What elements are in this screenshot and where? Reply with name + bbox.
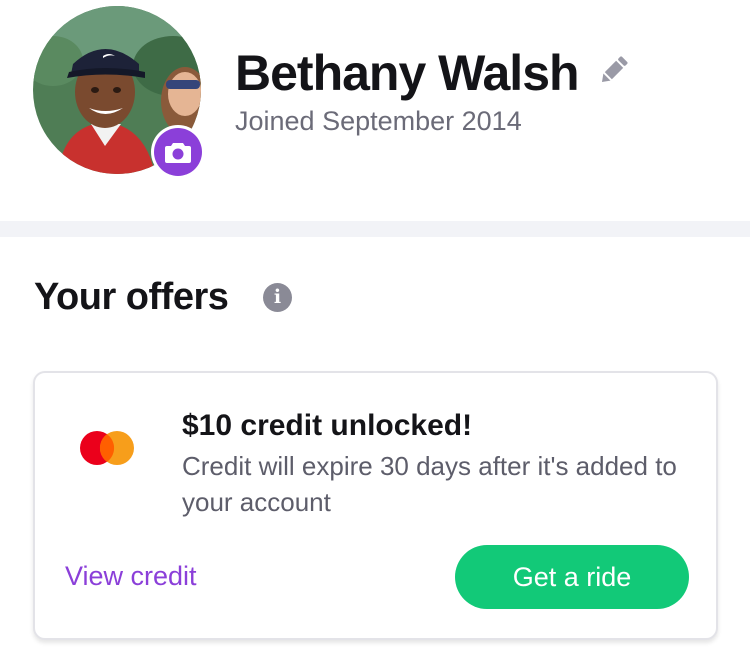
info-icon[interactable]: i bbox=[263, 283, 292, 312]
avatar-container[interactable] bbox=[33, 6, 205, 179]
profile-name: Bethany Walsh bbox=[235, 45, 580, 101]
profile-header: Bethany Walsh Joined September 2014 bbox=[0, 0, 750, 220]
section-divider bbox=[0, 221, 750, 237]
offer-description: Credit will expire 30 days after it's ad… bbox=[182, 451, 677, 517]
camera-icon[interactable] bbox=[154, 128, 202, 176]
pencil-icon[interactable] bbox=[596, 52, 632, 88]
offer-card: $10 credit unlocked! Credit will expire … bbox=[33, 371, 718, 640]
change-photo-button[interactable] bbox=[151, 125, 205, 179]
offers-heading: Your offers bbox=[34, 276, 229, 318]
mastercard-logo bbox=[77, 428, 139, 468]
join-date: Joined September 2014 bbox=[235, 106, 522, 136]
offer-title: $10 credit unlocked! bbox=[182, 409, 473, 442]
get-a-ride-button[interactable]: Get a ride bbox=[455, 545, 689, 609]
view-credit-link[interactable]: View credit bbox=[65, 559, 197, 593]
